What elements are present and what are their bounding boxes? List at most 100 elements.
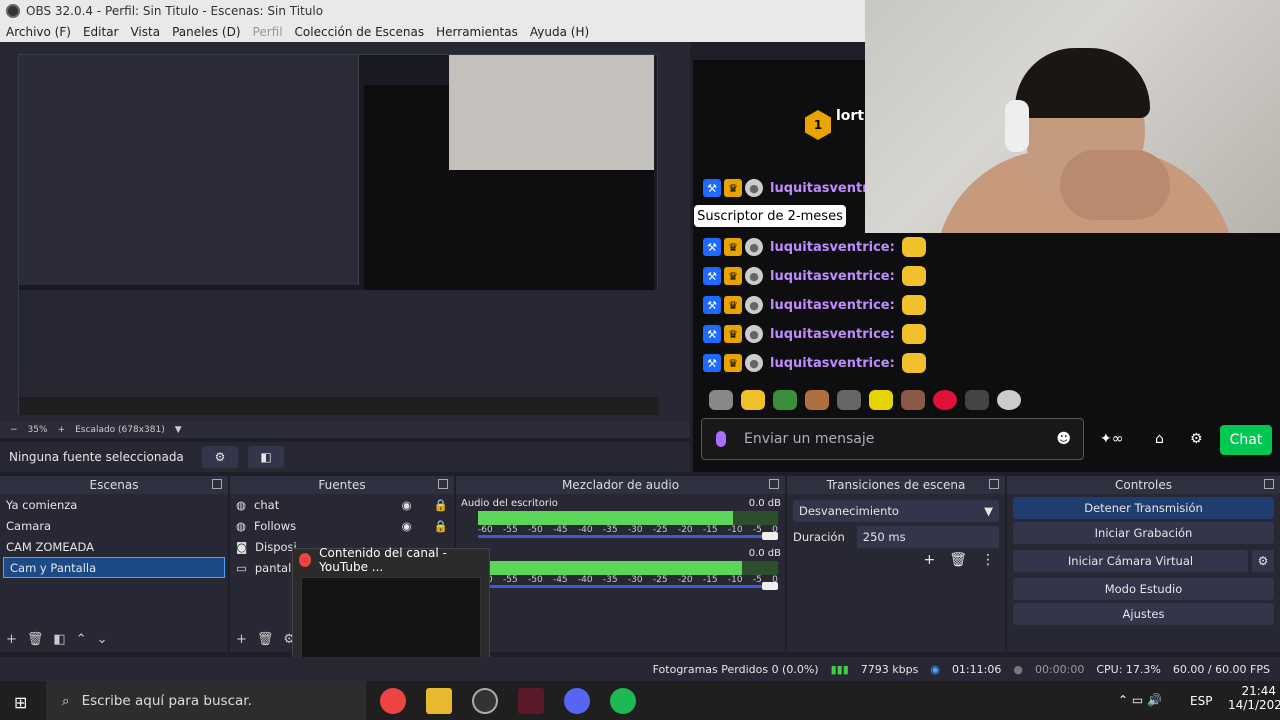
sub-badge-icon[interactable]: ●: [745, 325, 763, 343]
emote-icon[interactable]: [709, 390, 733, 410]
menu-vista[interactable]: Vista: [124, 25, 166, 39]
emote-icon[interactable]: [869, 390, 893, 410]
app-icon[interactable]: [518, 687, 544, 714]
source-item[interactable]: ◍ chat ◉ 🔒: [230, 494, 454, 515]
chat-send-button[interactable]: Chat: [1220, 425, 1272, 455]
stop-streaming-button[interactable]: Detener Transmisión: [1013, 497, 1274, 519]
taskbar-search[interactable]: ⌕ Escribe aquí para buscar.: [46, 681, 366, 720]
chrome-icon[interactable]: [380, 687, 406, 714]
emote-icon[interactable]: [741, 390, 765, 410]
chat-username[interactable]: luquitasventrice:: [770, 356, 895, 371]
more-icon[interactable]: ⋮: [981, 552, 995, 568]
add-icon[interactable]: +: [236, 632, 247, 647]
emoji-icon[interactable]: ☻: [1056, 431, 1071, 447]
channel-points-icon[interactable]: ✦∞: [1100, 431, 1123, 447]
file-explorer-icon[interactable]: [426, 687, 452, 714]
start-recording-button[interactable]: Iniciar Grabación: [1013, 522, 1274, 544]
chat-username[interactable]: luquitasventrice:: [770, 327, 895, 342]
volume-slider[interactable]: [478, 532, 778, 540]
popup-thumbnail[interactable]: [301, 577, 481, 669]
volume-knob[interactable]: [762, 532, 778, 540]
emote-icon[interactable]: [805, 390, 829, 410]
menu-editar[interactable]: Editar: [77, 25, 125, 39]
spotify-icon[interactable]: [610, 687, 636, 714]
undock-icon[interactable]: [989, 479, 999, 489]
chat-username[interactable]: luquitasventrice:: [770, 269, 895, 284]
filters-icon[interactable]: ◧: [53, 632, 65, 647]
chat-input[interactable]: Enviar un mensaje ☻: [701, 418, 1084, 460]
settings-icon[interactable]: ⚙: [1190, 431, 1203, 447]
scene-item[interactable]: CAM ZOMEADA: [0, 536, 228, 557]
obs-icon[interactable]: [472, 687, 498, 714]
studio-mode-button[interactable]: Modo Estudio: [1013, 578, 1274, 600]
volume-slider[interactable]: [478, 582, 778, 590]
transition-select[interactable]: Desvanecimiento ▼: [793, 500, 999, 522]
emote-icon[interactable]: [901, 390, 925, 410]
settings-button[interactable]: Ajustes: [1013, 603, 1274, 625]
add-icon[interactable]: +: [6, 632, 17, 647]
source-label: Follows: [254, 518, 297, 533]
undock-icon[interactable]: [769, 479, 779, 489]
gear-icon[interactable]: ⚙: [202, 446, 238, 468]
tick-label: -5: [752, 525, 762, 535]
preview-canvas[interactable]: [18, 54, 659, 415]
up-icon[interactable]: ⌃: [76, 632, 87, 647]
menu-herramientas[interactable]: Herramientas: [430, 25, 524, 39]
menu-perfil[interactable]: Perfil: [247, 25, 289, 39]
start-virtual-camera-button[interactable]: Iniciar Cámara Virtual: [1013, 550, 1248, 572]
filters-icon[interactable]: ◧: [248, 446, 284, 468]
tray-icons[interactable]: ⌃ ▭ 🔊: [1118, 693, 1162, 707]
duration-field[interactable]: 250 ms: [856, 526, 999, 548]
eye-icon[interactable]: ◉: [402, 519, 412, 533]
clock[interactable]: 21:4414/1/2026: [1228, 684, 1280, 712]
record-icon: ●: [1013, 662, 1023, 676]
mixer-track-header: Audio del escritorio 0.0 dB: [456, 494, 785, 511]
scale-dropdown-icon[interactable]: ▼: [175, 425, 182, 435]
scene-item[interactable]: Camara: [0, 515, 228, 536]
trash-icon[interactable]: 🗑: [27, 632, 44, 647]
zoom-in-button[interactable]: +: [58, 425, 66, 435]
sub-badge-icon[interactable]: ●: [745, 238, 763, 256]
trash-icon[interactable]: 🗑: [257, 632, 274, 647]
language-indicator[interactable]: ESP: [1190, 694, 1212, 708]
emote-icon[interactable]: [837, 390, 861, 410]
mic-icon[interactable]: [716, 431, 726, 447]
store-icon[interactable]: ⌂: [1155, 431, 1164, 447]
preview-area: [0, 42, 690, 422]
add-icon[interactable]: +: [923, 552, 935, 568]
chat-username[interactable]: luquitasventrice:: [770, 240, 895, 255]
source-item[interactable]: ◍ Follows ◉ 🔒: [230, 515, 454, 536]
sub-badge-icon[interactable]: ●: [745, 354, 763, 372]
scene-item[interactable]: Ya comienza: [0, 494, 228, 515]
emote-icon[interactable]: [773, 390, 797, 410]
chat-username[interactable]: luquitasventrice:: [770, 298, 895, 313]
undock-icon[interactable]: [212, 479, 222, 489]
scene-item-selected[interactable]: Cam y Pantalla: [3, 557, 225, 578]
sub-badge-icon[interactable]: ●: [745, 267, 763, 285]
trash-icon[interactable]: 🗑: [949, 552, 967, 568]
volume-knob[interactable]: [762, 582, 778, 590]
menu-archivo[interactable]: Archivo (F): [0, 25, 77, 39]
sub-badge-icon[interactable]: ●: [745, 296, 763, 314]
menu-ayuda[interactable]: Ayuda (H): [524, 25, 595, 39]
zoom-out-button[interactable]: −: [10, 425, 18, 435]
emote-icon[interactable]: [933, 390, 957, 410]
scenes-header: Escenas: [0, 476, 228, 494]
undock-icon[interactable]: [438, 479, 448, 489]
sub-badge-icon[interactable]: ●: [745, 179, 763, 197]
lock-icon[interactable]: 🔒: [434, 519, 448, 533]
windows-start-icon[interactable]: ⊞: [14, 693, 27, 712]
emote-icon[interactable]: [997, 390, 1021, 410]
gear-icon[interactable]: ⚙: [1252, 550, 1274, 572]
cat-emote-icon: [901, 353, 926, 373]
down-icon[interactable]: ⌄: [97, 632, 108, 647]
lock-icon[interactable]: 🔒: [434, 498, 448, 512]
menu-paneles[interactable]: Paneles (D): [166, 25, 246, 39]
eye-icon[interactable]: ◉: [402, 498, 412, 512]
menu-coleccion[interactable]: Colección de Escenas: [289, 25, 431, 39]
discord-icon[interactable]: [564, 687, 590, 714]
no-source-label: Ninguna fuente seleccionada: [9, 450, 184, 464]
undock-icon[interactable]: [1264, 479, 1274, 489]
emote-icon[interactable]: [965, 390, 989, 410]
track-db: 0.0 dB: [748, 548, 781, 559]
